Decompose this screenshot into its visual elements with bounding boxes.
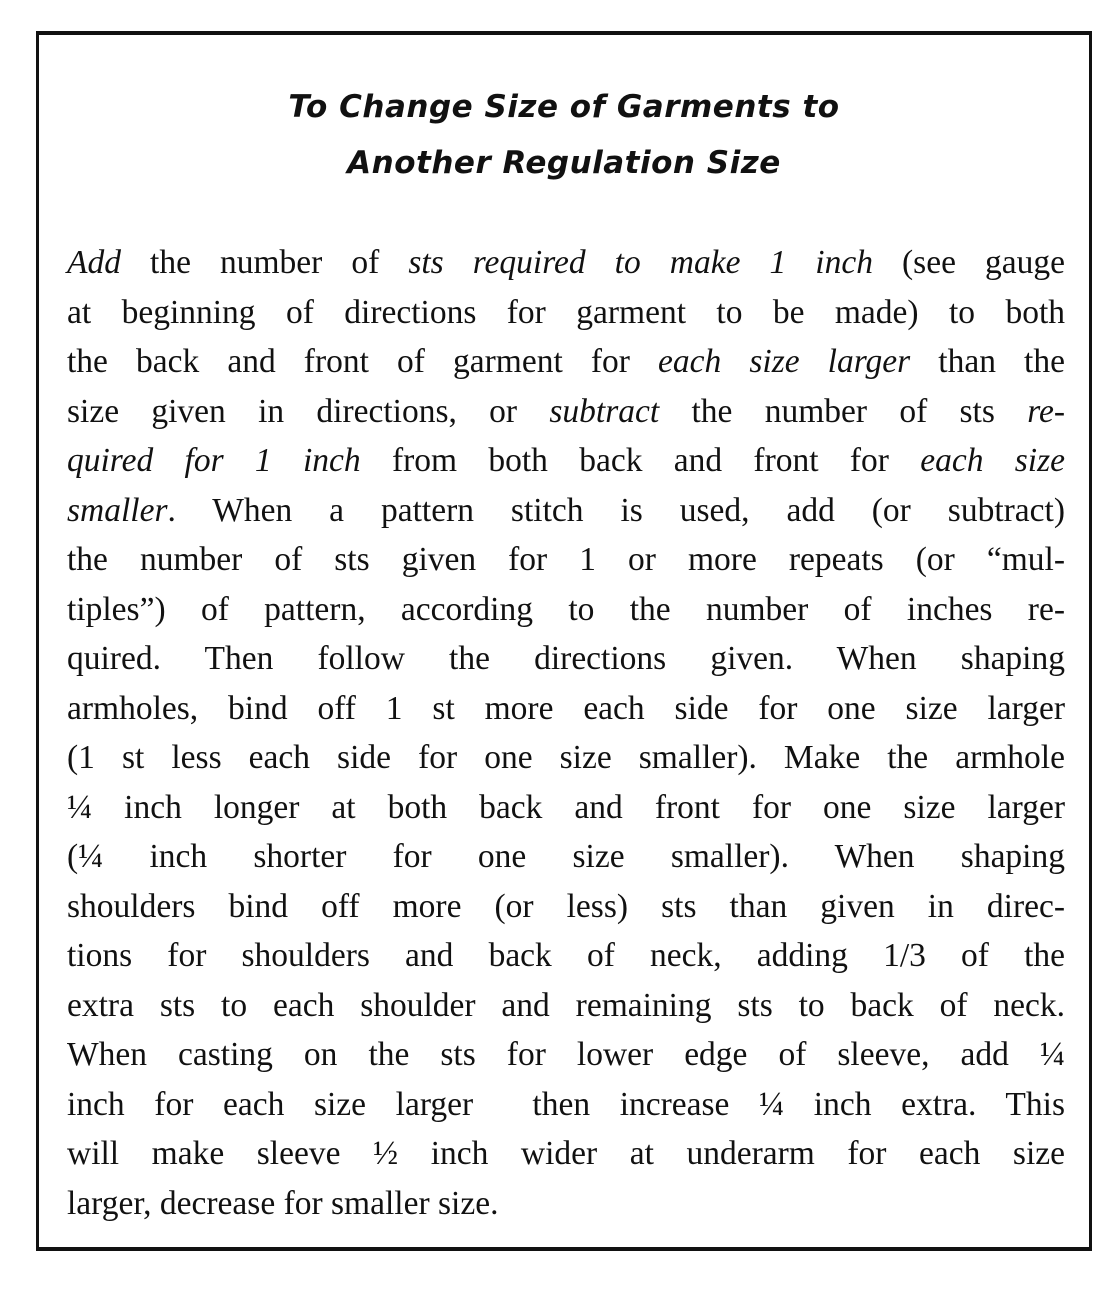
- text-run: larger, decrease for smaller size.: [67, 1184, 499, 1222]
- italic-text: smaller: [67, 491, 168, 529]
- text-run: the number of: [120, 244, 409, 281]
- text-line: will make sleeve ½ inch wider at underar…: [67, 1129, 1065, 1179]
- instructions-paragraph: Add the number of sts required to make 1…: [67, 238, 1065, 1228]
- italic-text: quired for 1 inch: [67, 442, 361, 479]
- text-run: shoulders bind off more (or less) sts th…: [67, 887, 1065, 925]
- text-line: (¼ inch shorter for one size smaller). W…: [67, 832, 1065, 882]
- title-line-1: To Change Size of Garments to: [288, 89, 840, 125]
- italic-text: each size larger: [658, 343, 911, 380]
- text-line: at beginning of directions for garment t…: [67, 288, 1065, 338]
- text-line: (1 st less each side for one size smalle…: [67, 733, 1065, 783]
- text-line: tions for shoulders and back of neck, ad…: [67, 931, 1065, 981]
- text-run: tions for shoulders and back of neck, ad…: [67, 937, 1065, 974]
- text-line: size given in directions, or subtract th…: [67, 387, 1065, 437]
- text-run: . When a pattern stitch is used, add (or…: [167, 491, 1066, 529]
- text-run: (see gauge: [872, 244, 1065, 281]
- text-run: at beginning of directions for garment t…: [67, 293, 1065, 331]
- text-line: Add the number of sts required to make 1…: [67, 238, 1065, 288]
- text-line: larger, decrease for smaller size.: [67, 1179, 1065, 1229]
- text-run: ¼ inch longer at both back and front for…: [67, 788, 1065, 826]
- text-line: tiples”) of pattern, according to the nu…: [67, 585, 1065, 635]
- text-line: When casting on the sts for lower edge o…: [67, 1030, 1065, 1080]
- text-run: quired. Then follow the directions given…: [67, 640, 1065, 677]
- text-run: the back and front of garment for: [67, 343, 659, 380]
- italic-text: Add: [67, 244, 121, 281]
- text-line: inch for each size larger then increase …: [67, 1080, 1065, 1130]
- text-line: quired for 1 inch from both back and fro…: [67, 436, 1065, 486]
- italic-text: subtract: [549, 392, 660, 430]
- text-run: tiples”) of pattern, according to the nu…: [67, 590, 1065, 628]
- text-run: the number of sts given for 1 or more re…: [67, 541, 1065, 578]
- text-line: the back and front of garment for each s…: [67, 337, 1065, 387]
- italic-text: sts required to make 1 inch: [408, 244, 873, 281]
- text-run: (1 st less each side for one size smalle…: [67, 739, 1065, 776]
- text-line: extra sts to each shoulder and remaining…: [67, 981, 1065, 1031]
- text-run: extra sts to each shoulder and remaining…: [67, 986, 1065, 1024]
- text-run: will make sleeve ½ inch wider at underar…: [67, 1135, 1065, 1172]
- text-run: from both back and front for: [360, 442, 921, 479]
- text-line: the number of sts given for 1 or more re…: [67, 535, 1065, 585]
- text-run: than the: [910, 343, 1065, 380]
- text-line: armholes, bind off 1 st more each side f…: [67, 684, 1065, 734]
- text-run: inch for each size larger then increase …: [67, 1085, 1065, 1123]
- text-run: (¼ inch shorter for one size smaller). W…: [67, 838, 1065, 875]
- boxed-section: To Change Size of Garments to Another Re…: [36, 31, 1092, 1251]
- italic-text: re-: [1027, 392, 1066, 430]
- title-line-2: Another Regulation Size: [347, 145, 781, 181]
- italic-text: each size: [920, 442, 1065, 479]
- text-run: When casting on the sts for lower edge o…: [67, 1036, 1065, 1073]
- text-line: shoulders bind off more (or less) sts th…: [67, 882, 1065, 932]
- text-line: quired. Then follow the directions given…: [67, 634, 1065, 684]
- text-run: the number of sts: [659, 392, 1028, 430]
- section-title: To Change Size of Garments to Another Re…: [39, 79, 1089, 191]
- text-run: size given in directions, or: [67, 392, 550, 430]
- text-line: smaller. When a pattern stitch is used, …: [67, 486, 1065, 536]
- text-line: ¼ inch longer at both back and front for…: [67, 783, 1065, 833]
- text-run: armholes, bind off 1 st more each side f…: [67, 689, 1065, 727]
